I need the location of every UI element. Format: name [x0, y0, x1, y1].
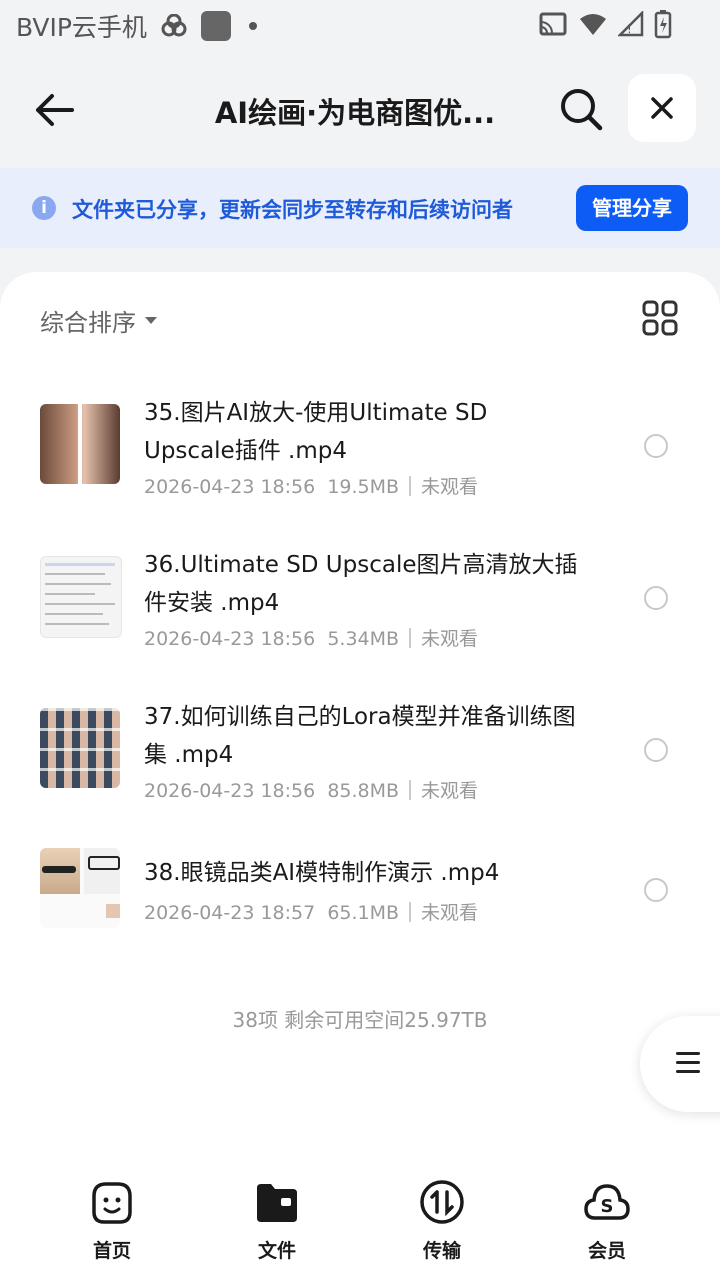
file-name: 37.如何训练自己的Lora模型并准备训练图集 .mp4 — [144, 704, 576, 768]
file-meta: 2026-04-23 18:56 19.5MB 未观看 — [144, 472, 478, 499]
tab-files[interactable]: 文件 — [217, 1178, 337, 1263]
header: AI绘画·为电商图优... — [0, 72, 720, 148]
video-thumbnail — [40, 848, 120, 928]
status-bar: BVIP云手机 ! — [0, 0, 720, 52]
file-size: 85.8MB — [327, 780, 400, 802]
video-thumbnail — [40, 404, 120, 484]
video-thumbnail — [40, 708, 120, 788]
file-date: 2026-04-23 18:56 — [144, 628, 316, 650]
watch-status: 未观看 — [421, 780, 479, 802]
battery-icon — [654, 10, 672, 39]
bottom-tab-bar: 首页 文件 传输 S 会员 — [0, 1168, 720, 1280]
page-title: AI绘画·为电商图优... — [214, 96, 496, 130]
more-dot-icon — [248, 22, 257, 30]
list-item[interactable]: 35.图片AI放大-使用Ultimate SD Upscale插件 .mp4 2… — [0, 384, 720, 524]
file-date: 2026-04-23 18:56 — [144, 780, 316, 802]
caret-down-icon — [145, 316, 157, 324]
tab-label: 文件 — [257, 1240, 296, 1262]
file-size: 65.1MB — [327, 902, 400, 924]
wifi-icon — [580, 14, 606, 35]
manage-share-button[interactable]: 管理分享 — [576, 185, 688, 231]
share-notice-text: 文件夹已分享，更新会同步至转存和后续访问者 — [72, 198, 513, 222]
back-arrow-icon[interactable] — [30, 86, 78, 134]
smile-face-icon — [92, 1182, 132, 1224]
file-meta: 2026-04-23 18:56 85.8MB 未观看 — [144, 776, 478, 803]
sort-dropdown[interactable]: 综合排序 — [40, 303, 158, 338]
tab-home[interactable]: 首页 — [52, 1178, 172, 1263]
file-name: 36.Ultimate SD Upscale图片高清放大插件安装 .mp4 — [144, 552, 578, 616]
file-date: 2026-04-23 18:57 — [144, 902, 316, 924]
storage-summary: 38项 剩余可用空间25.97TB — [232, 1008, 488, 1032]
cast-icon — [539, 12, 567, 36]
svg-text:!: ! — [627, 22, 632, 36]
watch-status: 未观看 — [421, 902, 479, 924]
folder-icon — [257, 1184, 297, 1222]
tab-vip[interactable]: S 会员 — [547, 1178, 667, 1263]
file-meta: 2026-04-23 18:56 5.34MB 未观看 — [144, 624, 478, 651]
app-square-icon — [200, 11, 231, 41]
sort-label: 综合排序 — [40, 309, 136, 337]
file-size: 5.34MB — [327, 628, 400, 650]
video-thumbnail — [40, 556, 122, 638]
file-name: 38.眼镜品类AI模特制作演示 .mp4 — [144, 860, 500, 886]
tab-label: 会员 — [587, 1240, 626, 1262]
tab-label: 传输 — [422, 1240, 461, 1262]
svg-text:S: S — [601, 1196, 614, 1217]
close-button[interactable] — [628, 74, 696, 142]
file-size: 19.5MB — [327, 476, 400, 498]
file-date: 2026-04-23 18:56 — [144, 476, 316, 498]
cloud-vip-icon: S — [584, 1184, 630, 1220]
select-radio[interactable] — [644, 586, 668, 610]
select-radio[interactable] — [644, 738, 668, 762]
tab-transfer[interactable]: 传输 — [382, 1178, 502, 1263]
signal-icon: ! — [618, 11, 644, 37]
transfer-icon — [420, 1180, 464, 1224]
watch-status: 未观看 — [421, 628, 479, 650]
list-item[interactable]: 36.Ultimate SD Upscale图片高清放大插件安装 .mp4 20… — [0, 536, 720, 676]
carrier-label: BVIP云手机 — [16, 13, 147, 42]
file-list-panel: 综合排序 35.图片AI放大-使用Ultimate SD Upscale插件 .… — [0, 272, 720, 1280]
search-icon[interactable] — [556, 84, 606, 134]
close-icon — [651, 97, 673, 119]
list-item[interactable]: 37.如何训练自己的Lora模型并准备训练图集 .mp4 2026-04-23 … — [0, 688, 720, 828]
floating-menu-button[interactable] — [640, 1016, 720, 1112]
share-banner: i 文件夹已分享，更新会同步至转存和后续访问者 管理分享 — [0, 168, 720, 248]
watch-status: 未观看 — [421, 476, 479, 498]
file-meta: 2026-04-23 18:57 65.1MB 未观看 — [144, 898, 478, 925]
menu-lines-icon — [676, 1052, 700, 1079]
select-radio[interactable] — [644, 434, 668, 458]
file-name: 35.图片AI放大-使用Ultimate SD Upscale插件 .mp4 — [144, 400, 488, 464]
list-item[interactable]: 38.眼镜品类AI模特制作演示 .mp4 2026-04-23 18:57 65… — [0, 840, 720, 980]
app-notification-icon — [161, 14, 187, 37]
grid-view-icon[interactable] — [642, 300, 678, 336]
info-icon: i — [32, 196, 56, 220]
tab-label: 首页 — [92, 1240, 131, 1262]
select-radio[interactable] — [644, 878, 668, 902]
